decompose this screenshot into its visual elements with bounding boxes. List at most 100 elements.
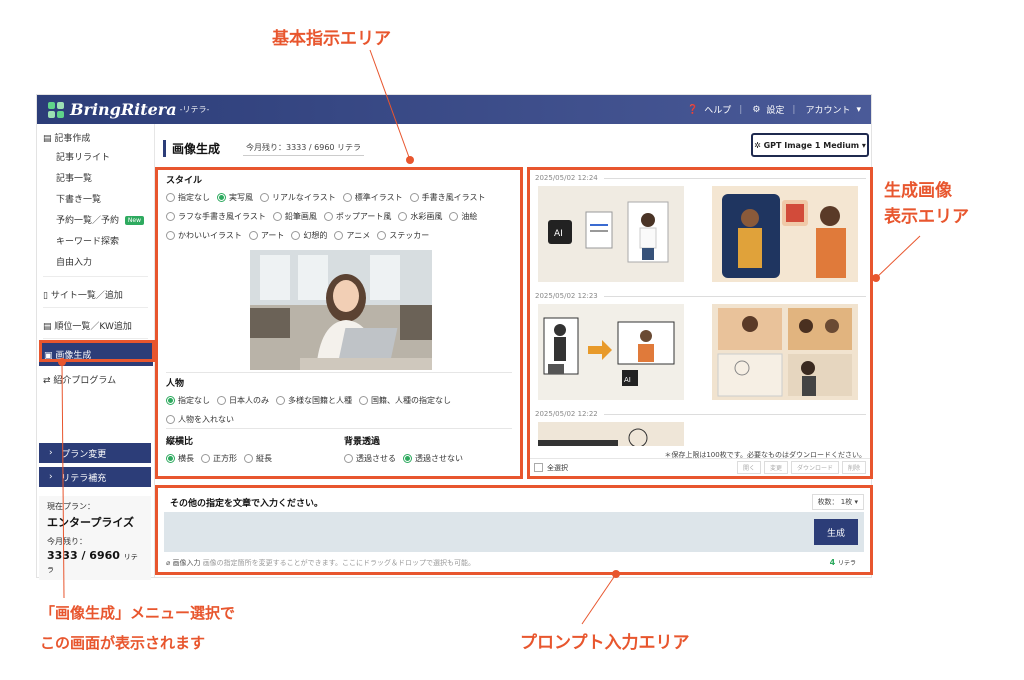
- style-option-label: かわいいイラスト: [178, 231, 242, 240]
- help-link[interactable]: ヘルプ: [704, 103, 731, 116]
- cost-display: 4 リテラ: [830, 558, 856, 567]
- radio-button[interactable]: [248, 231, 258, 240]
- download-button[interactable]: ダウンロード: [790, 461, 839, 474]
- nav-divider: |: [739, 104, 743, 115]
- radio-button[interactable]: [217, 396, 226, 405]
- settings-link[interactable]: 設定: [766, 103, 784, 116]
- style-option[interactable]: 指定なし: [166, 192, 210, 203]
- plan-value: エンタープライズ: [47, 516, 135, 529]
- sidebar-item-rewrite[interactable]: 記事リライト: [37, 146, 154, 167]
- edit-button[interactable]: 変更: [763, 461, 788, 474]
- radio-button[interactable]: [166, 415, 175, 424]
- chevron-down-icon: ▾: [856, 104, 861, 115]
- style-option[interactable]: リアルなイラスト: [260, 192, 336, 203]
- radio-button[interactable]: [244, 454, 253, 463]
- plan-change-button[interactable]: › プラン変更: [39, 443, 151, 463]
- ritera-add-button[interactable]: › リテラ補充: [39, 467, 151, 487]
- style-option-label: ポップアート風: [335, 212, 392, 221]
- style-option[interactable]: かわいいイラスト: [166, 230, 242, 241]
- person-option[interactable]: 人物を入れない: [166, 414, 234, 425]
- radio-button[interactable]: [272, 212, 282, 221]
- open-button[interactable]: 開く: [736, 461, 761, 474]
- radio-button[interactable]: [166, 212, 175, 221]
- radio-button[interactable]: [201, 454, 210, 463]
- sidebar-item-rank[interactable]: ▤ 順位一覧／KW追加: [37, 312, 154, 334]
- generated-image[interactable]: [712, 186, 858, 282]
- radio-button[interactable]: [260, 193, 269, 202]
- person-option[interactable]: 多様な国籍と人種: [276, 395, 352, 406]
- style-option[interactable]: ポップアート風: [323, 211, 392, 222]
- radio-button[interactable]: [276, 396, 285, 405]
- generated-image[interactable]: [538, 422, 684, 446]
- count-select[interactable]: 枚数： 1枚 ▾: [811, 494, 864, 510]
- select-all-label: 全選択: [547, 463, 568, 472]
- gpt-icon: ✲: [754, 140, 761, 150]
- divider: [166, 428, 512, 429]
- account-menu[interactable]: アカウント: [805, 103, 850, 116]
- radio-button[interactable]: [166, 231, 175, 240]
- radio-button[interactable]: [291, 231, 301, 240]
- radio-button[interactable]: [334, 231, 344, 240]
- style-option-label: アート: [260, 231, 285, 240]
- basic-instruction-panel: スタイル 指定なし 実写風 リアルなイラスト 標準イラスト 手書き風イラスト ラフな手書…: [155, 167, 523, 479]
- ratio-option[interactable]: 正方形: [201, 453, 237, 464]
- style-option[interactable]: 鉛筆画風: [272, 211, 317, 222]
- radio-button[interactable]: [342, 193, 352, 202]
- sidebar-item-articles[interactable]: 記事一覧: [37, 167, 154, 188]
- page-icon: ▯: [43, 291, 48, 301]
- app-window: BringRitera -リテラ- ❓ ヘルプ | ⚙ 設定 | アカウント ▾…: [36, 94, 873, 580]
- style-option[interactable]: ステッカー: [377, 230, 429, 241]
- radio-button[interactable]: [398, 212, 408, 221]
- delete-button[interactable]: 削除: [841, 461, 866, 474]
- style-option[interactable]: アート: [248, 230, 285, 241]
- plan-change-label: プラン変更: [61, 449, 107, 460]
- ratio-option[interactable]: 縦長: [244, 453, 272, 464]
- style-row: 指定なし 実写風 リアルなイラスト 標準イラスト 手書き風イラスト: [166, 192, 492, 205]
- sidebar-item-free-input[interactable]: 自由入力: [37, 251, 154, 272]
- style-option[interactable]: 水彩画風: [398, 211, 442, 222]
- prompt-input[interactable]: [164, 512, 864, 552]
- generated-image[interactable]: AI: [538, 304, 684, 400]
- radio-button[interactable]: [166, 193, 175, 202]
- radio-button[interactable]: [344, 454, 353, 463]
- style-option[interactable]: 油絵: [449, 211, 477, 222]
- sidebar-item-schedule[interactable]: 予約一覧／予約 New: [37, 209, 154, 230]
- style-option[interactable]: アニメ: [334, 230, 370, 241]
- callout-menu: 「画像生成」メニュー選択で この画面が表示されます: [40, 598, 235, 658]
- radio-button[interactable]: [217, 193, 226, 202]
- radio-button[interactable]: [377, 231, 387, 240]
- person-option[interactable]: 日本人のみ: [217, 395, 269, 406]
- sidebar-group-article[interactable]: ▤ 記事作成: [37, 124, 154, 146]
- style-option[interactable]: ラフな手書き風イラスト: [166, 211, 266, 222]
- generated-image[interactable]: AI: [538, 186, 684, 282]
- radio-button[interactable]: [166, 396, 175, 405]
- sidebar-item-drafts[interactable]: 下書き一覧: [37, 188, 154, 209]
- generated-image[interactable]: [712, 304, 858, 400]
- ratio-option[interactable]: 横長: [166, 453, 194, 464]
- style-option[interactable]: 幻想的: [291, 230, 327, 241]
- sidebar-item-referral[interactable]: ⇄ 紹介プログラム: [37, 366, 154, 388]
- person-row: 人物を入れない: [166, 414, 458, 427]
- style-option[interactable]: 標準イラスト: [342, 192, 403, 203]
- radio-button[interactable]: [403, 454, 412, 463]
- radio-button[interactable]: [409, 193, 419, 202]
- radio-button[interactable]: [359, 396, 368, 405]
- bg-option[interactable]: 透過させない: [403, 453, 463, 464]
- style-option[interactable]: 実写風: [217, 192, 253, 203]
- person-option[interactable]: 指定なし: [166, 395, 210, 406]
- radio-button[interactable]: [449, 212, 459, 221]
- model-select[interactable]: ✲ GPT Image 1 Medium ▾: [751, 133, 869, 157]
- image-input[interactable]: ⌀ 画像入力 画像の指定箇所を変更することができます。ここにドラッグ＆ドロップで…: [166, 558, 475, 568]
- style-option-label: 手書き風イラスト: [421, 193, 486, 202]
- style-option[interactable]: 手書き風イラスト: [409, 192, 486, 203]
- person-option[interactable]: 国籍、人種の指定なし: [359, 395, 451, 406]
- select-all-checkbox[interactable]: [534, 463, 543, 472]
- sidebar-item-keyword[interactable]: キーワード探索: [37, 230, 154, 251]
- logo-subtitle: -リテラ-: [179, 105, 210, 114]
- style-title: スタイル: [166, 176, 203, 186]
- generate-button[interactable]: 生成: [814, 519, 858, 545]
- bg-option[interactable]: 透過させる: [344, 453, 396, 464]
- radio-button[interactable]: [166, 454, 175, 463]
- sidebar-item-sites[interactable]: ▯ サイト一覧／追加: [37, 281, 154, 303]
- radio-button[interactable]: [323, 212, 333, 221]
